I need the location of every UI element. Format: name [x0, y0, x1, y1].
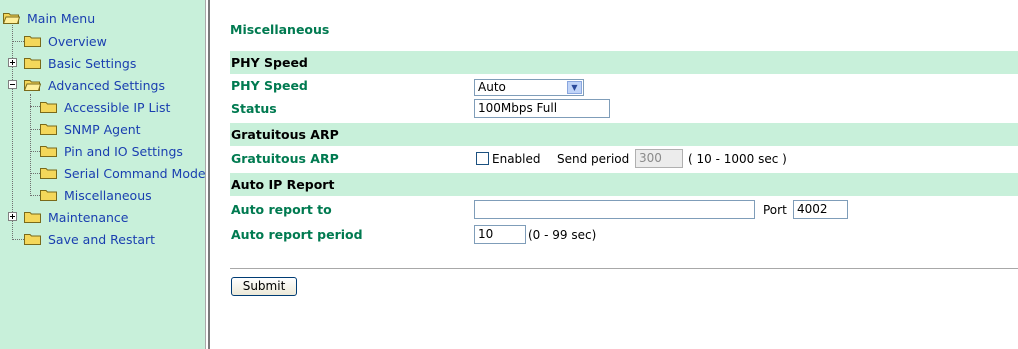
- expand-plus-icon[interactable]: [8, 58, 17, 67]
- sidebar-item-label: Serial Command Mode: [64, 165, 206, 181]
- section-header-gratuitous-arp: Gratuitous ARP: [230, 123, 1018, 146]
- sidebar-item-maintenance[interactable]: Maintenance: [24, 207, 129, 227]
- auto-report-period-range: (0 - 99 sec): [528, 228, 597, 242]
- send-period-range: ( 10 - 1000 sec ): [688, 152, 787, 166]
- tree-line: [12, 20, 13, 238]
- folder-icon: [40, 145, 57, 157]
- send-period-value: 300: [639, 151, 662, 165]
- sidebar-item-snmp-agent[interactable]: SNMP Agent: [40, 119, 141, 139]
- tree-line: [12, 41, 24, 42]
- chevron-down-icon[interactable]: ▼: [567, 81, 582, 94]
- status-field[interactable]: 100Mbps Full: [474, 99, 610, 118]
- sidebar-item-label: Overview: [48, 33, 107, 49]
- section-title: Gratuitous ARP: [231, 127, 339, 142]
- phy-speed-label: PHY Speed: [231, 78, 308, 93]
- gratuitous-arp-enabled-checkbox[interactable]: [476, 152, 489, 165]
- folder-open-icon: [3, 12, 20, 24]
- main-content: Miscellaneous PHY Speed PHY Speed Auto ▼…: [230, 0, 1018, 349]
- folder-icon: [40, 101, 57, 113]
- folder-icon: [24, 35, 41, 47]
- collapse-minus-icon[interactable]: [8, 80, 17, 89]
- page-title: Miscellaneous: [230, 22, 330, 37]
- auto-report-to-label: Auto report to: [231, 202, 332, 217]
- gratuitous-arp-label: Gratuitous ARP: [231, 151, 339, 166]
- status-label: Status: [231, 101, 277, 116]
- sidebar-item-label: Pin and IO Settings: [64, 143, 183, 159]
- tree-line: [30, 173, 40, 174]
- expand-plus-icon[interactable]: [8, 212, 17, 221]
- sidebar-item-basic-settings[interactable]: Basic Settings: [24, 53, 136, 73]
- section-title: PHY Speed: [231, 55, 308, 70]
- tree-line: [30, 151, 40, 152]
- sidebar-item-label: Advanced Settings: [48, 77, 165, 93]
- status-value: 100Mbps Full: [478, 101, 558, 115]
- frame-splitter[interactable]: [205, 0, 210, 349]
- tree-line: [30, 106, 40, 107]
- sidebar-item-accessible-ip-list[interactable]: Accessible IP List: [40, 97, 170, 117]
- folder-icon: [40, 189, 57, 201]
- sidebar-item-save-restart[interactable]: Save and Restart: [24, 229, 155, 249]
- port-input[interactable]: 4002: [793, 200, 848, 219]
- folder-open-icon: [24, 79, 41, 91]
- folder-icon: [24, 57, 41, 69]
- enabled-label: Enabled: [492, 152, 541, 166]
- sidebar-item-main-menu[interactable]: Main Menu: [3, 8, 95, 28]
- sidebar-item-label: Save and Restart: [48, 231, 156, 247]
- port-label: Port: [763, 203, 787, 217]
- section-header-auto-ip-report: Auto IP Report: [230, 173, 1018, 196]
- tree-line: [12, 239, 24, 240]
- port-value: 4002: [797, 202, 828, 216]
- tree-line: [30, 129, 40, 130]
- sidebar-tree: Main Menu Overview Basic Settings Advanc…: [0, 0, 206, 349]
- sidebar-item-label: Miscellaneous: [64, 187, 152, 203]
- phy-speed-select[interactable]: Auto ▼: [474, 79, 584, 96]
- sidebar-item-label: Main Menu: [27, 10, 96, 26]
- submit-button[interactable]: Submit: [231, 277, 297, 296]
- sidebar-item-label: SNMP Agent: [64, 121, 141, 137]
- sidebar-item-label: Accessible IP List: [64, 99, 171, 115]
- auto-report-period-input[interactable]: 10: [474, 225, 526, 244]
- send-period-input[interactable]: 300: [635, 149, 683, 168]
- auto-report-period-value: 10: [478, 227, 494, 241]
- folder-icon: [24, 233, 41, 245]
- auto-report-period-label: Auto report period: [231, 227, 363, 242]
- sidebar-item-pin-io-settings[interactable]: Pin and IO Settings: [40, 141, 183, 161]
- sidebar-item-advanced-settings[interactable]: Advanced Settings: [24, 75, 165, 95]
- section-header-phy-speed: PHY Speed: [230, 51, 1018, 74]
- divider-line: [230, 268, 1018, 269]
- sidebar-item-overview[interactable]: Overview: [24, 31, 107, 51]
- folder-icon: [40, 167, 57, 179]
- tree-line: [30, 195, 40, 196]
- send-period-label: Send period: [557, 152, 630, 166]
- folder-icon: [24, 211, 41, 223]
- section-title: Auto IP Report: [231, 177, 335, 192]
- sidebar-item-label: Maintenance: [48, 209, 129, 225]
- tree-line: [30, 94, 31, 194]
- sidebar-item-label: Basic Settings: [48, 55, 137, 71]
- sidebar-item-miscellaneous[interactable]: Miscellaneous: [40, 185, 152, 205]
- sidebar-item-serial-command-mode[interactable]: Serial Command Mode: [40, 163, 206, 183]
- phy-speed-selected-value: Auto: [478, 80, 506, 94]
- auto-report-to-input[interactable]: [474, 200, 755, 219]
- folder-icon: [40, 123, 57, 135]
